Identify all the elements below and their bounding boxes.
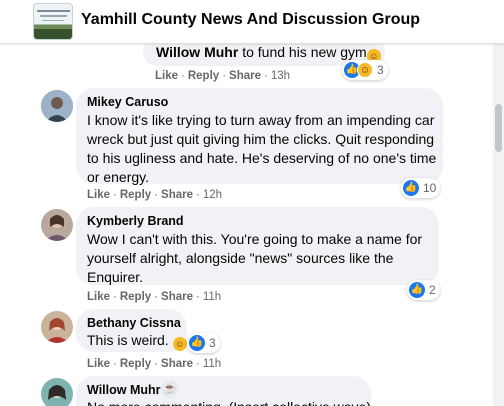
share-button[interactable]: Share	[161, 358, 193, 370]
reaction-summary[interactable]: 👍 10	[401, 178, 441, 198]
like-icon: 👍	[409, 282, 425, 298]
avatar[interactable]	[41, 311, 73, 343]
share-button[interactable]: Share	[229, 70, 261, 82]
like-button[interactable]: Like	[87, 189, 110, 201]
reply-button[interactable]: Reply	[120, 358, 151, 370]
comment-time[interactable]: 12h	[203, 189, 222, 201]
facebook-group-comments: Yamhill County News And Discussion Group…	[0, 0, 504, 406]
comment-time[interactable]: 11h	[203, 291, 221, 303]
reply-button[interactable]: Reply	[120, 291, 151, 303]
share-button[interactable]: Share	[161, 291, 193, 303]
group-header: Yamhill County News And Discussion Group	[0, 0, 504, 44]
comment-actions: Like · Reply · Share · 11h	[87, 291, 222, 303]
haha-icon: ☺	[357, 62, 373, 78]
like-icon: 👍	[189, 335, 205, 351]
avatar[interactable]	[41, 378, 73, 406]
like-icon: 👍	[403, 180, 419, 196]
comment-actions: Like · Reply · Share · 11h	[87, 358, 222, 370]
group-thumbnail[interactable]	[33, 3, 73, 40]
like-button[interactable]: Like	[87, 291, 110, 303]
avatar[interactable]	[41, 209, 73, 241]
reaction-summary[interactable]: 👍 2	[407, 280, 440, 300]
comment-author[interactable]: Mikey Caruso	[87, 95, 168, 109]
comment-text: Wow I can't with this. You're going to m…	[87, 231, 423, 285]
share-button[interactable]: Share	[161, 189, 193, 201]
comment-text: This is weird. ☺	[87, 331, 187, 351]
scrollbar-thumb[interactable]	[495, 104, 502, 152]
comment-actions: Like · Reply · Share · 13h	[155, 70, 291, 82]
comment-text: No more commenting. (Insert collective w…	[87, 398, 371, 406]
group-title[interactable]: Yamhill County News And Discussion Group	[81, 11, 420, 29]
like-button[interactable]: Like	[155, 70, 178, 82]
reaction-summary[interactable]: 👍 3	[187, 333, 220, 353]
like-button[interactable]: Like	[87, 358, 110, 370]
reply-button[interactable]: Reply	[188, 70, 219, 82]
upside-down-face-emoji-icon: ☺	[172, 337, 187, 351]
comment-author[interactable]: Kymberly Brand	[87, 214, 184, 228]
comment-time[interactable]: 11h	[203, 358, 221, 370]
comment-actions: Like · Reply · Share · 12h	[87, 189, 223, 201]
avatar[interactable]	[41, 90, 73, 122]
comment-author[interactable]: Willow Muhr	[87, 383, 161, 397]
comment-time[interactable]: 13h	[271, 70, 290, 82]
coffee-mug-icon: ☕	[161, 380, 179, 398]
comment-author[interactable]: Bethany Cissna	[87, 316, 181, 330]
mention-link[interactable]: Willow Muhr	[156, 44, 238, 60]
reply-button[interactable]: Reply	[120, 189, 151, 201]
comment-text: I know it's like trying to turn away fro…	[87, 112, 437, 185]
reaction-summary[interactable]: 👍 ☺ 3	[342, 60, 388, 80]
scrollbar[interactable]	[493, 44, 504, 406]
